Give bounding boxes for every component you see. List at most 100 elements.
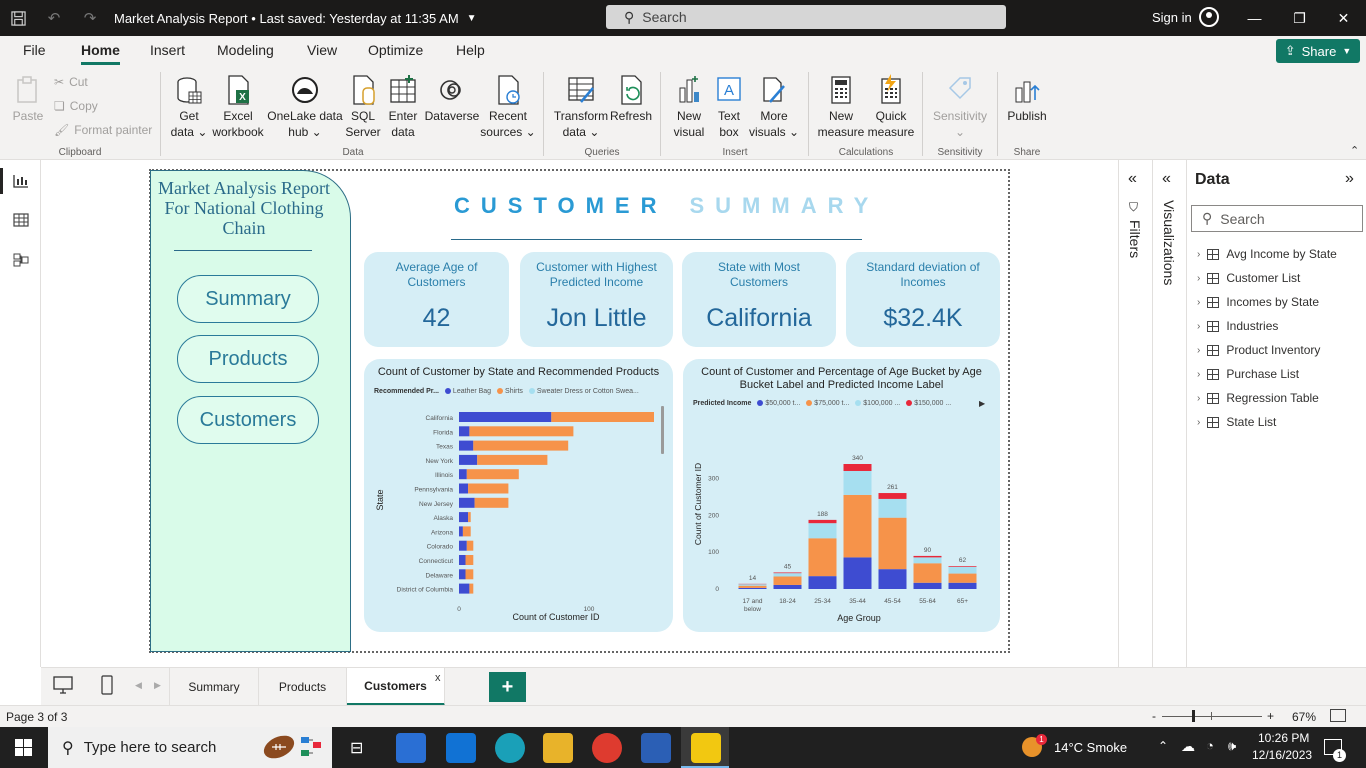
edge-browser-icon[interactable]: [495, 733, 525, 763]
page-tab-summary[interactable]: Summary: [169, 668, 259, 706]
nav-button-summary[interactable]: Summary: [177, 275, 319, 323]
data-table-item[interactable]: › State List: [1197, 415, 1276, 429]
tab-scroll-right-icon[interactable]: ▶: [154, 680, 161, 691]
report-view-icon[interactable]: [8, 168, 34, 194]
visualizations-label[interactable]: Visualizations: [1161, 200, 1177, 285]
refresh-button[interactable]: Refresh: [610, 74, 652, 124]
show-hidden-icons-icon[interactable]: ⌃: [1158, 739, 1168, 753]
filters-label[interactable]: Filters: [1127, 220, 1143, 258]
data-table-item[interactable]: › Product Inventory: [1197, 343, 1320, 357]
bar-segment: [773, 573, 802, 577]
mail-icon[interactable]: [446, 733, 476, 763]
legend-next-arrow-icon[interactable]: ▶: [979, 399, 985, 408]
nav-button-customers[interactable]: Customers: [177, 396, 319, 444]
more-visuals-button[interactable]: More visuals ⌄: [748, 74, 800, 140]
y-tick-label: New Jersey: [419, 501, 454, 508]
undo-icon[interactable]: ↶: [36, 0, 72, 36]
menu-home[interactable]: Home: [81, 42, 120, 65]
close-icon[interactable]: ✕: [1321, 0, 1366, 36]
data-table-item[interactable]: › Customer List: [1197, 271, 1300, 285]
file-explorer-icon[interactable]: [543, 733, 573, 763]
mobile-layout-icon[interactable]: [101, 675, 113, 698]
zoom-slider-thumb[interactable]: [1192, 710, 1195, 722]
taskbar-active-app[interactable]: [681, 727, 729, 768]
copy-button[interactable]: ❏ Copy: [54, 99, 98, 113]
page-tab-customers[interactable]: Customers: [347, 668, 445, 706]
transform-data-button[interactable]: Transform data ⌄: [552, 74, 610, 140]
data-table-item[interactable]: › Incomes by State: [1197, 295, 1319, 309]
zoom-out-button[interactable]: -: [1152, 709, 1156, 723]
dataverse-button[interactable]: Dataverse: [424, 74, 480, 124]
excel-workbook-button[interactable]: X Excel workbook: [208, 74, 268, 140]
new-visual-button[interactable]: New visual: [670, 74, 708, 140]
volume-icon[interactable]: 🕪: [1228, 738, 1236, 754]
zoom-slider[interactable]: [1162, 716, 1262, 717]
desktop-layout-icon[interactable]: [53, 676, 73, 697]
share-button[interactable]: ⇪ Share ▼: [1276, 39, 1360, 63]
onedrive-cloud-icon[interactable]: ☁: [1181, 738, 1195, 755]
data-table-item[interactable]: › Avg Income by State: [1197, 247, 1337, 261]
task-view-icon[interactable]: ⊟: [350, 738, 363, 758]
menu-view[interactable]: View: [307, 42, 337, 58]
windows-start-icon[interactable]: [15, 739, 32, 759]
kpi-card-top-state[interactable]: State with Most Customers California: [682, 252, 836, 347]
network-icon[interactable]: ◔: [1206, 738, 1214, 753]
word-icon[interactable]: [641, 733, 671, 763]
kpi-card-average-age[interactable]: Average Age of Customers 42: [364, 252, 509, 347]
minimize-icon[interactable]: —: [1232, 0, 1277, 36]
weather-text[interactable]: 14°C Smoke: [1054, 740, 1127, 755]
onelake-label-1: OneLake data: [267, 109, 343, 123]
clock-time[interactable]: 10:26 PM: [1258, 731, 1309, 745]
text-box-button[interactable]: A Text box: [710, 74, 748, 140]
redo-icon[interactable]: ↷: [72, 0, 108, 36]
refresh-icon: [621, 75, 642, 105]
menu-file[interactable]: File: [23, 42, 46, 58]
data-table-item[interactable]: › Industries: [1197, 319, 1278, 333]
data-table-item[interactable]: › Regression Table: [1197, 391, 1319, 405]
collapse-filters-icon[interactable]: «: [1128, 170, 1137, 188]
collapse-ribbon-icon[interactable]: ⌃: [1350, 144, 1359, 157]
get-data-button[interactable]: Get data ⌄: [170, 74, 208, 140]
microsoft-store-icon[interactable]: [396, 733, 426, 763]
kpi-card-highest-income[interactable]: Customer with Highest Predicted Income J…: [520, 252, 673, 347]
database-icon: [177, 77, 202, 104]
onelake-data-hub-button[interactable]: OneLake data hub ⌄: [266, 74, 344, 140]
zoom-in-button[interactable]: +: [1267, 709, 1274, 723]
nav-button-products[interactable]: Products: [177, 335, 319, 383]
kpi-card-income-std[interactable]: Standard deviation of Incomes $32.4K: [846, 252, 1000, 347]
sql-server-button[interactable]: SQL Server: [344, 74, 382, 140]
maximize-icon[interactable]: ❐: [1277, 0, 1322, 36]
recent-sources-button[interactable]: Recent sources ⌄: [480, 74, 536, 140]
data-search-input[interactable]: ⚲ Search: [1191, 205, 1363, 232]
data-table-item[interactable]: › Purchase List: [1197, 367, 1299, 381]
menu-help[interactable]: Help: [456, 42, 485, 58]
menu-modeling[interactable]: Modeling: [217, 42, 274, 58]
publish-button[interactable]: Publish: [1004, 74, 1050, 124]
account-avatar-icon[interactable]: [1199, 7, 1219, 27]
close-tab-icon[interactable]: x: [435, 672, 441, 684]
chrome-browser-icon[interactable]: [592, 733, 622, 763]
tab-scroll-left-icon[interactable]: ◀: [135, 680, 142, 691]
model-view-icon[interactable]: [8, 247, 34, 273]
cut-button[interactable]: ✂ Cut: [54, 75, 88, 89]
menu-insert[interactable]: Insert: [150, 42, 185, 58]
table-view-icon[interactable]: [8, 207, 34, 233]
taskbar-search-box[interactable]: ⚲ Type here to search: [48, 727, 332, 768]
clock-date[interactable]: 12/16/2023: [1252, 748, 1312, 762]
collapse-data-pane-icon[interactable]: »: [1345, 170, 1354, 188]
menu-optimize[interactable]: Optimize: [368, 42, 423, 58]
page-tab-products[interactable]: Products: [259, 668, 347, 706]
format-painter-button[interactable]: 🖌 Format painter: [54, 123, 152, 137]
sensitivity-button[interactable]: Sensitivity ⌄: [930, 74, 990, 140]
enter-data-button[interactable]: Enter data: [384, 74, 422, 140]
quick-measure-button[interactable]: Quick measure: [866, 74, 916, 140]
paste-button[interactable]: Paste: [10, 74, 46, 124]
chevron-down-icon[interactable]: ▼: [467, 13, 477, 24]
sign-in-link[interactable]: Sign in: [1152, 10, 1192, 25]
expand-visualizations-icon[interactable]: «: [1162, 170, 1171, 188]
new-measure-button[interactable]: New measure: [816, 74, 866, 140]
add-page-button[interactable]: +: [489, 672, 526, 702]
fit-to-page-icon[interactable]: [1330, 709, 1346, 722]
title-search-box[interactable]: ⚲ Search: [606, 5, 1006, 29]
save-icon[interactable]: [0, 0, 36, 36]
